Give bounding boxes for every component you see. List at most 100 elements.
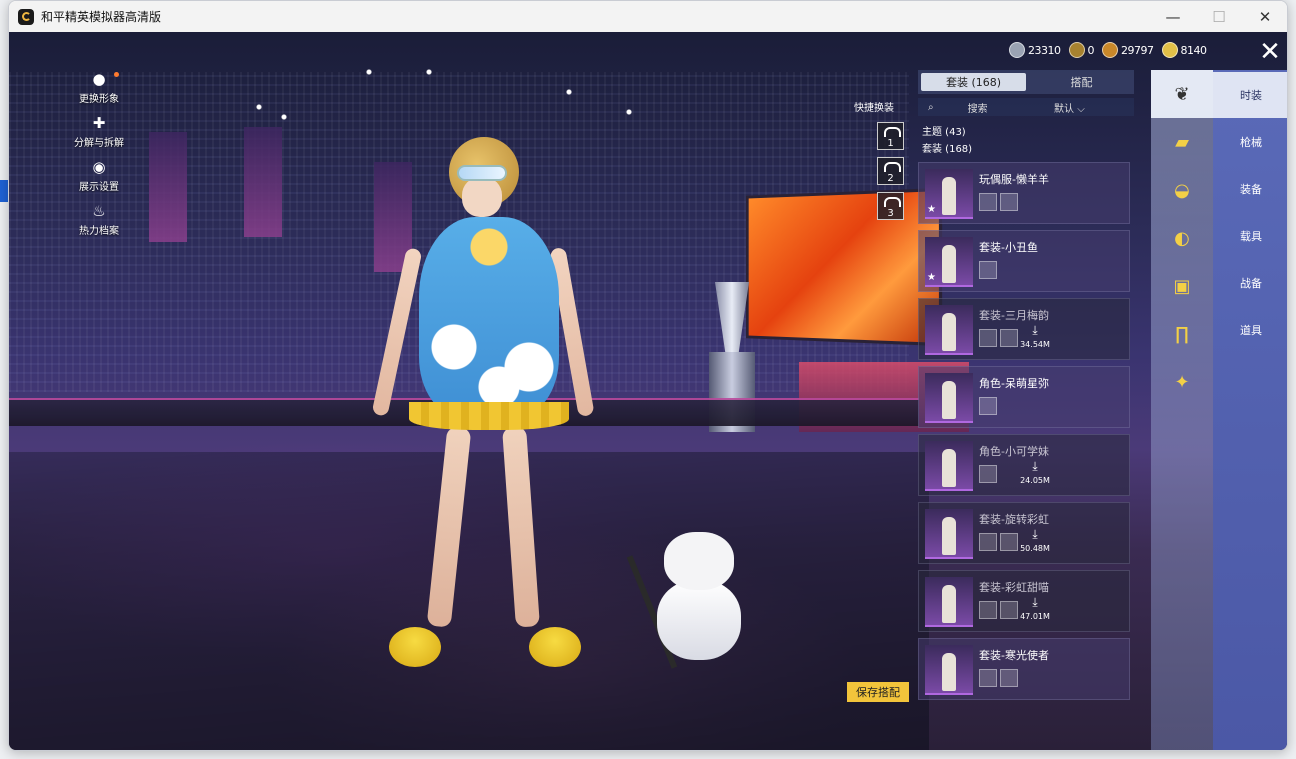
menu-label: 热力档案	[79, 222, 119, 237]
outfit-item[interactable]: 套装-寒光使者	[918, 638, 1130, 700]
outfit-item[interactable]: 角色-呆萌星弥	[918, 366, 1130, 428]
currency-bronze[interactable]: 0	[1069, 42, 1095, 58]
close-icon[interactable]: ✕	[1257, 40, 1283, 66]
outfit-thumbnail	[925, 441, 973, 491]
outfit-thumbnail	[925, 305, 973, 355]
helmet-icon[interactable]: ◒	[1151, 166, 1213, 214]
part-thumbnails	[979, 397, 1000, 415]
currency-medal[interactable]: 29797	[1102, 42, 1154, 58]
part-thumbnail	[979, 193, 997, 211]
gold-coin-icon	[1162, 42, 1178, 58]
close-window-button[interactable]: ✕	[1242, 1, 1288, 32]
outfit-item[interactable]: 套装-彩虹甜喵 ⤓ 47.01M	[918, 570, 1130, 632]
change-appearance-button[interactable]: ● 更换形象	[64, 70, 134, 105]
download-size: 50.48M	[1015, 544, 1055, 553]
currency-value: 29797	[1121, 44, 1154, 57]
outfit-item[interactable]: 套装-旋转彩虹 ⤓ 50.48M	[918, 502, 1130, 564]
nav-tab[interactable]: 道具	[1213, 307, 1288, 353]
category-icon-column: ❦ ▰ ◒ ◐ ▣ ∏ ✦	[1151, 70, 1213, 751]
gun-skin-icon[interactable]: ▰	[1151, 118, 1213, 166]
star-icon: ★	[927, 272, 936, 283]
part-thumbnail	[979, 533, 997, 551]
outfit-thumbnail: ★	[925, 169, 973, 219]
download-size: 34.54M	[1015, 340, 1055, 349]
outfit-name: 套装-寒光使者	[979, 647, 1049, 663]
decompose-button[interactable]: ✚ 分解与拆解	[64, 114, 134, 149]
shirt-icon[interactable]: ▣	[1151, 262, 1213, 310]
sort-label: 默认	[1054, 104, 1074, 115]
search-icon: ⌕	[928, 102, 934, 113]
maximize-button[interactable]: ☐	[1196, 1, 1242, 32]
sort-dropdown[interactable]: 默认 ⌵	[1054, 100, 1134, 115]
download-button[interactable]: ⤓ 47.01M	[1015, 591, 1055, 621]
download-icon: ⤓	[1032, 595, 1037, 609]
outfit-thumbnail	[925, 645, 973, 695]
menu-label: 展示设置	[79, 178, 119, 193]
heat-record-button[interactable]: ♨ 热力档案	[64, 202, 134, 237]
silver-coin-icon	[1009, 42, 1025, 58]
game-viewport[interactable]: ● 更换形象 ✚ 分解与拆解 ◉ 展示设置 ♨ 热力档案 23310 0 297…	[9, 32, 1288, 751]
minimize-button[interactable]: —	[1150, 1, 1196, 32]
pants-icon[interactable]: ∏	[1151, 310, 1213, 358]
part-thumbnail	[979, 261, 997, 279]
download-icon: ⤓	[1032, 459, 1037, 473]
outfit-name: 玩偶服-懒羊羊	[979, 171, 1049, 187]
currency-silver[interactable]: 23310	[1009, 42, 1061, 58]
part-thumbnail	[979, 669, 997, 687]
part-thumbnails	[979, 193, 1021, 211]
star-icon: ★	[927, 204, 936, 215]
pet-cat	[649, 532, 749, 662]
download-button[interactable]: ⤓ 34.54M	[1015, 319, 1055, 349]
outfit-item[interactable]: ★ 套装-小丑鱼	[918, 230, 1130, 292]
download-icon: ⤓	[1032, 527, 1037, 541]
menu-label: 更换形象	[79, 90, 119, 105]
currency-value: 23310	[1028, 44, 1061, 57]
outfit-item[interactable]: ★ 玩偶服-懒羊羊	[918, 162, 1130, 224]
part-thumbnail	[1000, 669, 1018, 687]
tab-combos[interactable]: 搭配	[1029, 70, 1134, 94]
left-menu: ● 更换形象 ✚ 分解与拆解 ◉ 展示设置 ♨ 热力档案	[64, 70, 134, 246]
save-outfit-button[interactable]: 保存搭配	[847, 682, 909, 702]
outfit-item[interactable]: 角色-小可学妹 ⤓ 24.05M	[918, 434, 1130, 496]
nav-tab[interactable]: 战备	[1213, 260, 1288, 306]
flame-icon: ♨	[90, 202, 108, 220]
outfit-panel: 套装 (168) 搭配 ⌕ 搜索 默认 ⌵ 主题 (43) 套装 (168) ★…	[914, 70, 1142, 710]
fashion-icon[interactable]: ❦	[1151, 70, 1213, 118]
quick-slot-3[interactable]: 3	[877, 192, 904, 220]
nav-tab[interactable]: 载具	[1213, 213, 1288, 259]
part-thumbnail	[979, 397, 997, 415]
quick-slot-2[interactable]: 2	[877, 157, 904, 185]
download-icon: ⤓	[1032, 323, 1037, 337]
banner-pillar	[244, 127, 282, 237]
nav-tab[interactable]: 枪械	[1213, 119, 1288, 165]
quick-outfit-label[interactable]: 快捷换装	[854, 103, 894, 114]
medal-coin-icon	[1102, 42, 1118, 58]
mask-icon[interactable]: ◐	[1151, 214, 1213, 262]
download-button[interactable]: ⤓ 24.05M	[1015, 455, 1055, 485]
main-nav: 时装 枪械 装备 载具 战备 道具	[1213, 70, 1288, 751]
nav-tab[interactable]: 装备	[1213, 166, 1288, 212]
search-input[interactable]: 搜索	[968, 100, 1054, 115]
title-bar: 和平精英模拟器高清版 — ☐ ✕	[9, 1, 1287, 32]
tab-sets[interactable]: 套装 (168)	[921, 73, 1026, 91]
slot-number: 3	[887, 208, 893, 219]
download-button[interactable]: ⤓ 50.48M	[1015, 523, 1055, 553]
display-settings-button[interactable]: ◉ 展示设置	[64, 158, 134, 193]
part-thumbnail	[979, 329, 997, 347]
eye-icon: ◉	[90, 158, 108, 176]
nav-tab[interactable]: 时装	[1213, 72, 1288, 118]
menu-label: 分解与拆解	[74, 134, 124, 149]
player-character[interactable]	[369, 137, 589, 667]
part-thumbnail	[1000, 193, 1018, 211]
filter-set[interactable]: 套装 (168)	[922, 141, 972, 158]
filter-theme[interactable]: 主题 (43)	[922, 124, 972, 141]
outfit-item[interactable]: 套装-三月梅韵 ⤓ 34.54M	[918, 298, 1130, 360]
part-thumbnail	[979, 465, 997, 483]
puzzle-icon: ✚	[90, 114, 108, 132]
quick-slot-1[interactable]: 1	[877, 122, 904, 150]
currency-gold[interactable]: 8140	[1162, 42, 1207, 58]
emote-icon[interactable]: ✦	[1151, 358, 1213, 406]
outfit-tabs: 套装 (168) 搭配	[918, 70, 1134, 94]
part-thumbnails	[979, 669, 1021, 687]
search-bar[interactable]: ⌕ 搜索 默认 ⌵	[918, 98, 1134, 116]
